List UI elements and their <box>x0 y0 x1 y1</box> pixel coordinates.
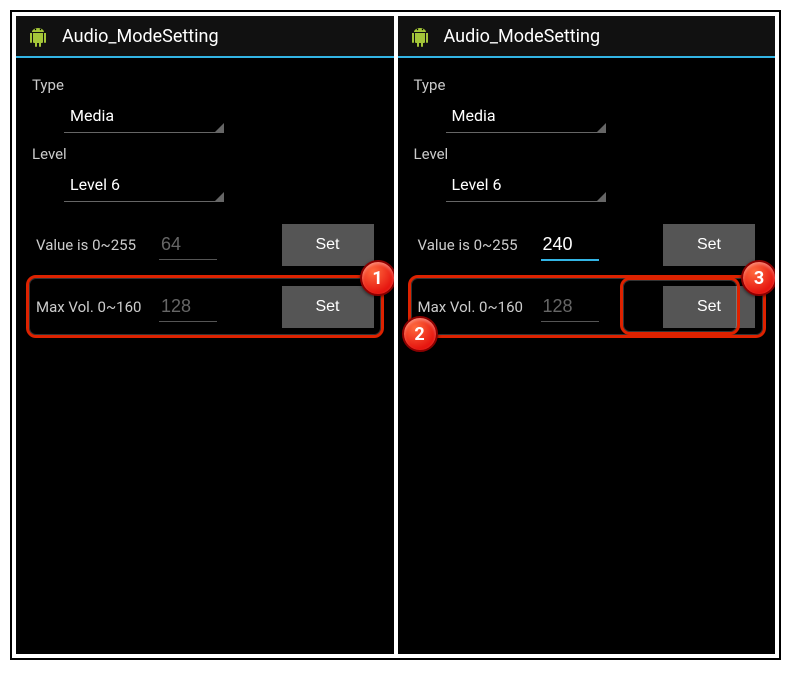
annotation-badge-2: 2 <box>402 316 438 352</box>
app-title: Audio_ModeSetting <box>444 26 601 47</box>
screenshot-pair: Audio_ModeSetting Type Media Level Level… <box>10 10 781 660</box>
value-input[interactable] <box>159 230 217 260</box>
annotation-badge-3: 3 <box>741 260 775 296</box>
value-label: Value is 0~255 <box>418 236 533 254</box>
level-spinner[interactable]: Level 6 <box>446 167 606 202</box>
app-title: Audio_ModeSetting <box>62 26 219 47</box>
level-spinner[interactable]: Level 6 <box>64 167 224 202</box>
type-label: Type <box>414 76 760 94</box>
type-spinner[interactable]: Media <box>446 98 606 133</box>
level-label: Level <box>32 145 378 163</box>
content: Type Media Level Level 6 Value is 0~255 … <box>398 58 776 348</box>
content: Type Media Level Level 6 Value is 0~255 … <box>16 58 394 348</box>
annotation-badge-1: 1 <box>360 260 394 296</box>
screen-right: Audio_ModeSetting Type Media Level Level… <box>398 16 776 654</box>
maxvol-label: Max Vol. 0~160 <box>36 298 151 316</box>
android-icon <box>408 24 432 48</box>
value-input[interactable] <box>541 230 599 261</box>
maxvol-row: Max Vol. 0~160 Set <box>32 276 378 338</box>
screen-left: Audio_ModeSetting Type Media Level Level… <box>16 16 394 654</box>
type-spinner[interactable]: Media <box>64 98 224 133</box>
type-label: Type <box>32 76 378 94</box>
maxvol-set-button[interactable]: Set <box>663 286 755 328</box>
maxvol-input[interactable] <box>541 292 599 322</box>
value-row: Value is 0~255 Set <box>32 214 378 276</box>
value-set-button[interactable]: Set <box>282 224 374 266</box>
value-row: Value is 0~255 Set <box>414 214 760 276</box>
value-set-button[interactable]: Set <box>663 224 755 266</box>
titlebar: Audio_ModeSetting <box>398 16 776 58</box>
maxvol-set-button[interactable]: Set <box>282 286 374 328</box>
android-icon <box>26 24 50 48</box>
titlebar: Audio_ModeSetting <box>16 16 394 58</box>
maxvol-input[interactable] <box>159 292 217 322</box>
maxvol-row: Max Vol. 0~160 Set <box>414 276 760 338</box>
maxvol-label: Max Vol. 0~160 <box>418 298 533 316</box>
level-label: Level <box>414 145 760 163</box>
value-label: Value is 0~255 <box>36 236 151 254</box>
